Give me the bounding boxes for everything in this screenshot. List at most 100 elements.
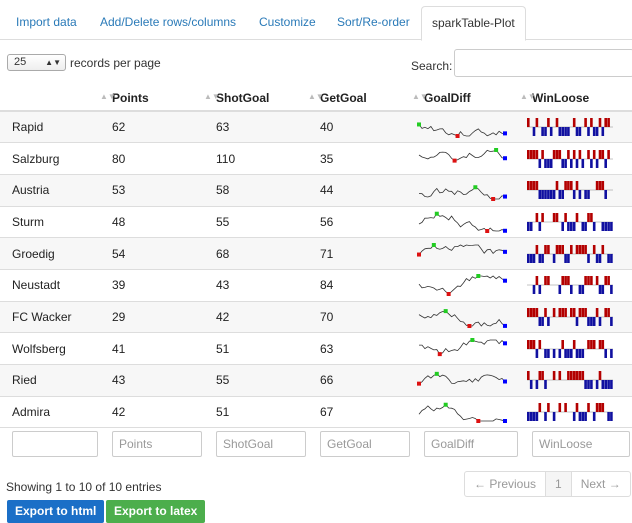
loss-bar (604, 380, 607, 390)
win-bar (541, 371, 544, 381)
data-table: ▲▼ Points ▲▼ ShotGoal ▲▼ GetGoal ▲▼ GoalDiff… (0, 85, 632, 461)
column-header-winloose[interactable]: ▲▼ WinLoose (520, 85, 632, 112)
sparkline-path (418, 373, 506, 385)
loss-bar (598, 316, 602, 326)
loss-bar (547, 190, 550, 200)
goaldiff-sparkline (412, 173, 520, 207)
table-row: Neustadt 39 43 84 (0, 268, 632, 302)
win-bar (570, 371, 573, 381)
loss-bar (607, 221, 610, 231)
win-bar (601, 339, 605, 349)
loss-bar (538, 158, 542, 168)
win-bar (547, 276, 550, 286)
loss-bar (604, 190, 607, 200)
points-cell: 80 (100, 142, 204, 175)
loss-bar (564, 127, 567, 137)
win-bar (561, 339, 564, 349)
win-bar (547, 403, 550, 413)
filter-input-team[interactable] (12, 431, 98, 458)
goaldiff-sparkline (412, 332, 520, 365)
filter-input-shotgoal[interactable]: ShotGoal (216, 431, 306, 458)
min-point-marker (417, 381, 421, 386)
column-header-points[interactable]: ▲▼ Points (100, 85, 204, 112)
next-page-button[interactable]: Next → (572, 472, 630, 496)
loss-bar (610, 316, 613, 326)
loss-bar (535, 380, 539, 390)
sparkline-path (418, 310, 506, 327)
records-per-page-select[interactable]: 25 ▲▼ (7, 54, 66, 71)
win-bar (607, 307, 610, 317)
winloose-sparkbar (520, 268, 632, 302)
table-row: Groedig 54 68 71 (0, 237, 632, 270)
sort-icon: ▲▼ (204, 92, 220, 101)
loss-bar (601, 221, 605, 231)
win-bar (561, 307, 564, 317)
min-point-marker (452, 158, 457, 163)
loss-bar (584, 380, 587, 390)
loss-bar (595, 127, 599, 137)
loss-bar (549, 127, 553, 137)
min-point-marker (485, 228, 490, 233)
column-header-shotgoal[interactable]: ▲▼ ShotGoal (204, 85, 308, 112)
loss-bar (575, 158, 579, 168)
loss-bar (535, 412, 539, 422)
loss-bar (529, 412, 533, 422)
loss-bar (604, 348, 607, 358)
win-bar (578, 244, 582, 254)
table-row: Admira 42 51 67 (0, 395, 632, 428)
win-bar (532, 307, 536, 317)
win-bar (527, 307, 530, 317)
win-bar (547, 118, 550, 128)
last-point-marker (503, 249, 507, 254)
tab-import-data[interactable]: Import data (6, 6, 87, 40)
win-bar (607, 276, 610, 286)
export-to-latex-button[interactable]: Export to latex (106, 500, 206, 523)
tab-sort-reorder[interactable]: Sort/Re-order (327, 6, 420, 40)
getgoal-cell: 71 (308, 237, 412, 270)
column-header-goaldiff[interactable]: ▲▼ GoalDiff (412, 85, 520, 112)
shotgoal-cell: 55 (204, 205, 308, 238)
loss-bar (587, 190, 590, 200)
export-to-html-button[interactable]: Export to html (7, 500, 105, 523)
filter-input-getgoal[interactable]: GetGoal (320, 431, 410, 458)
loss-bar (610, 380, 613, 390)
winloose-sparkbar (520, 300, 632, 333)
win-bar (544, 307, 547, 317)
tab-add-delete[interactable]: Add/Delete rows/columns (90, 6, 246, 40)
sparkline-path (418, 404, 506, 422)
loss-bar (558, 285, 562, 295)
search-input[interactable] (454, 49, 632, 77)
column-header-team[interactable] (0, 85, 100, 112)
loss-bar (547, 158, 550, 168)
page-1-button[interactable]: 1 (546, 472, 572, 496)
points-cell: 43 (100, 364, 204, 397)
filter-input-points[interactable]: Points (112, 431, 202, 458)
win-bar (558, 149, 562, 159)
filter-input-winloose[interactable]: WinLoose (532, 431, 630, 458)
loss-bar (538, 316, 542, 326)
select-arrows-icon: ▲▼ (45, 58, 61, 67)
win-bar (564, 307, 567, 317)
max-point-marker (473, 185, 478, 190)
previous-page-button[interactable]: ← Previous (465, 472, 547, 496)
records-per-page-value: 25 (14, 56, 27, 68)
win-bar (529, 181, 533, 191)
loss-bar (598, 285, 602, 295)
loss-bar (595, 253, 599, 263)
goaldiff-sparkline (412, 110, 520, 143)
loss-bar (538, 221, 542, 231)
tab-customize[interactable]: Customize (249, 6, 326, 40)
getgoal-cell: 63 (308, 332, 412, 365)
column-header-getgoal[interactable]: ▲▼ GetGoal (308, 85, 412, 112)
loss-bar (581, 221, 585, 231)
loss-bar (601, 127, 605, 137)
win-bar (535, 276, 539, 286)
loss-bar (572, 221, 576, 231)
tab-sparktable-plot[interactable]: sparkTable-Plot (421, 6, 526, 41)
winloose-sparkbar (520, 395, 632, 428)
loss-bar (567, 221, 570, 231)
win-bar (555, 181, 559, 191)
table-row: Ried 43 55 66 (0, 364, 632, 397)
loss-bar (549, 158, 553, 168)
filter-input-goaldiff[interactable]: GoalDiff (424, 431, 518, 458)
